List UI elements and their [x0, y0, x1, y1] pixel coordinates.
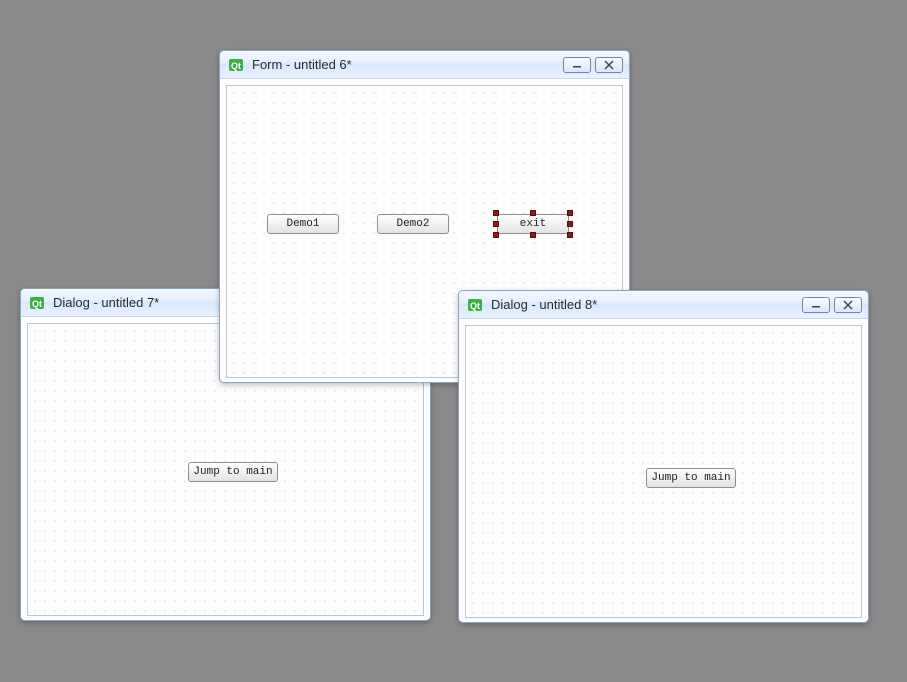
- design-canvas-dialog8[interactable]: Jump to main: [465, 325, 862, 618]
- titlebar-form[interactable]: Qt Form - untitled 6*: [220, 51, 629, 79]
- svg-text:Qt: Qt: [32, 299, 42, 309]
- button-label: Jump to main: [651, 472, 730, 484]
- window-dialog8[interactable]: Qt Dialog - untitled 8* Jump to main: [458, 290, 869, 623]
- jump-to-main-button[interactable]: Jump to main: [646, 468, 736, 488]
- button-label: exit: [520, 218, 546, 230]
- svg-text:Qt: Qt: [470, 301, 480, 311]
- minimize-button[interactable]: [802, 297, 830, 313]
- jump-to-main-button[interactable]: Jump to main: [188, 462, 278, 482]
- qt-icon: Qt: [29, 295, 45, 311]
- exit-button[interactable]: exit: [497, 214, 569, 234]
- button-label: Demo2: [396, 218, 429, 230]
- minimize-button[interactable]: [563, 57, 591, 73]
- button-label: Demo1: [286, 218, 319, 230]
- window-controls-dialog8: [802, 297, 862, 313]
- titlebar-dialog8[interactable]: Qt Dialog - untitled 8*: [459, 291, 868, 319]
- title-form: Form - untitled 6*: [252, 57, 563, 72]
- title-dialog8: Dialog - untitled 8*: [491, 297, 802, 312]
- qt-icon: Qt: [467, 297, 483, 313]
- button-label: Jump to main: [193, 466, 272, 478]
- close-button[interactable]: [834, 297, 862, 313]
- qt-icon: Qt: [228, 57, 244, 73]
- window-controls-form: [563, 57, 623, 73]
- svg-text:Qt: Qt: [231, 61, 241, 71]
- demo2-button[interactable]: Demo2: [377, 214, 449, 234]
- demo1-button[interactable]: Demo1: [267, 214, 339, 234]
- close-button[interactable]: [595, 57, 623, 73]
